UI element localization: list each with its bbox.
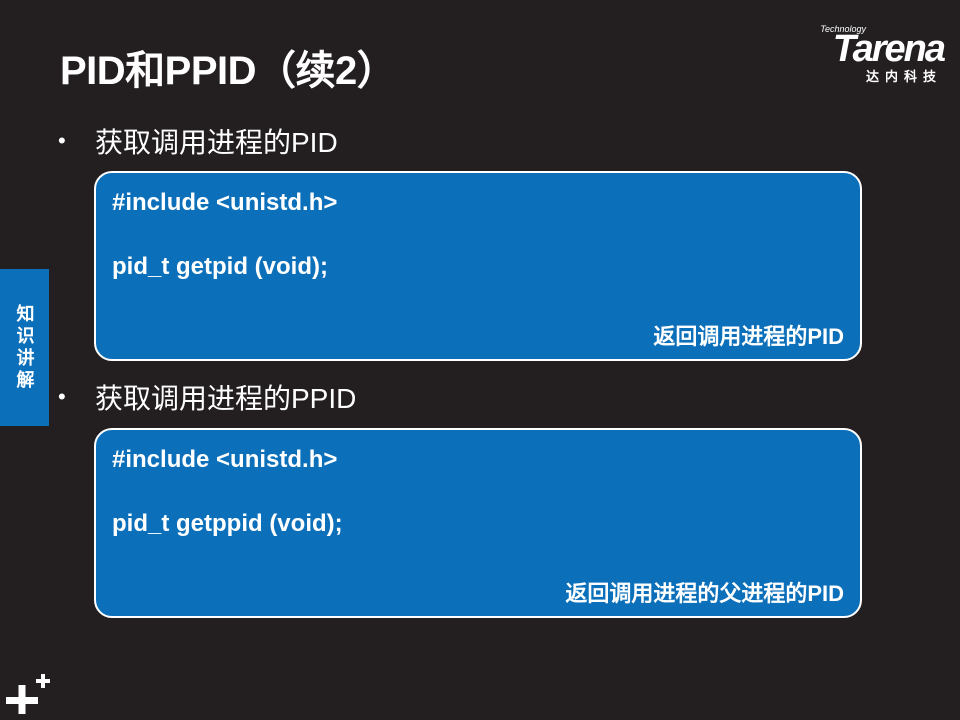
code-box-getpid: #include <unistd.h> pid_t getpid (void);… — [94, 171, 862, 361]
code-include-line: #include <unistd.h> — [112, 446, 338, 473]
bullet-text: 获取调用进程的PID — [95, 127, 338, 158]
code-signature-line: pid_t getpid (void); — [112, 253, 328, 280]
slide-title: PID和PPID（续2） — [60, 49, 397, 93]
code-note: 返回调用进程的父进程的PID — [565, 581, 844, 606]
bullet-dot-icon: • — [58, 384, 66, 409]
side-tab: 知识讲解 — [0, 269, 49, 426]
logo-wordmark: Tarena — [832, 28, 946, 70]
bullet-item-ppid: • 获取调用进程的PPID — [58, 377, 356, 417]
code-note: 返回调用进程的PID — [653, 324, 844, 349]
side-tab-label: 知识讲解 — [14, 303, 35, 392]
code-include-line: #include <unistd.h> — [112, 189, 338, 216]
bullet-text: 获取调用进程的PPID — [95, 383, 357, 414]
tarena-logo: Technology Tarena 达内科技 — [779, 24, 946, 84]
plus-icon — [6, 674, 50, 714]
logo-subtitle: 达内科技 — [865, 69, 942, 84]
code-box-getppid: #include <unistd.h> pid_t getppid (void)… — [94, 428, 862, 618]
code-signature-line: pid_t getppid (void); — [112, 510, 343, 537]
bullet-dot-icon: • — [58, 128, 66, 153]
bullet-item-pid: • 获取调用进程的PID — [58, 121, 338, 161]
